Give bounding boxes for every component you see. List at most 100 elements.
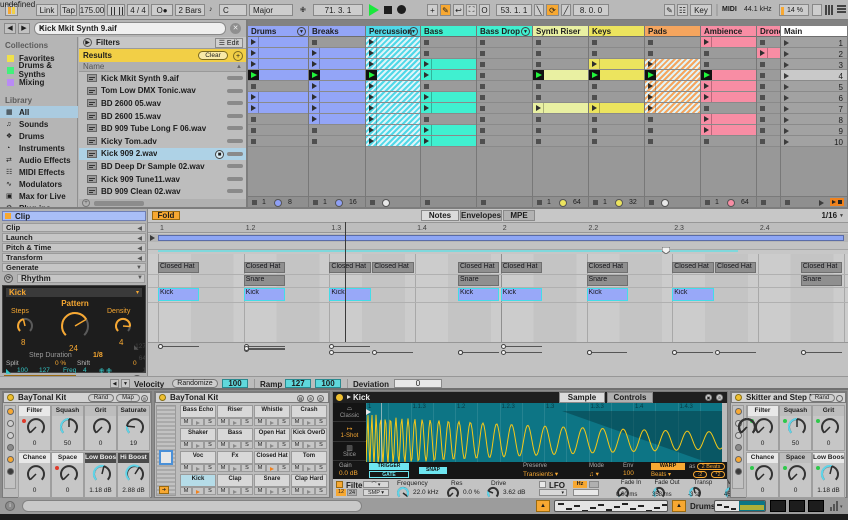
midi-note[interactable]: Closed Hat: [243, 262, 286, 273]
clip-slot[interactable]: [477, 59, 532, 70]
clip-slot[interactable]: [645, 59, 700, 70]
clip-slot[interactable]: [757, 114, 780, 125]
pad-play-button[interactable]: [229, 441, 241, 449]
clip-stop-icon[interactable]: [760, 95, 765, 100]
pad-mute-button[interactable]: M: [254, 441, 266, 449]
velocity-stem[interactable]: [331, 351, 371, 353]
clip-slot[interactable]: [757, 81, 780, 92]
pad-solo-button[interactable]: S: [315, 418, 327, 426]
pad-solo-button[interactable]: S: [315, 464, 327, 472]
loop-mode-icon[interactable]: ♫ ▾: [589, 470, 599, 478]
clip-slot[interactable]: [248, 70, 308, 81]
clip-launch-icon[interactable]: [424, 138, 429, 144]
strip-icon-5[interactable]: [735, 468, 742, 475]
clip-launch-icon[interactable]: [251, 105, 256, 111]
simpler-icon-0[interactable]: ⊘: [716, 394, 723, 401]
lane-menu-icon[interactable]: ▼: [121, 379, 130, 388]
pad-solo-button[interactable]: S: [278, 464, 290, 472]
clip-slot[interactable]: [757, 59, 780, 70]
drum-pad-crash[interactable]: Crash M S: [291, 405, 327, 427]
clip[interactable]: [421, 92, 476, 102]
velocity-marker[interactable]: [715, 349, 721, 355]
clip-stop-icon[interactable]: [592, 40, 597, 45]
velocity-stem[interactable]: [717, 351, 756, 353]
warp-beats-value[interactable]: 2 Beats: [697, 463, 725, 470]
clip-slot[interactable]: [421, 103, 476, 114]
pad-mute-button[interactable]: M: [291, 464, 303, 472]
mode-classic[interactable]: ⌓ Classic: [333, 403, 366, 422]
clip-stop-icon[interactable]: [536, 117, 541, 122]
track-header[interactable]: Pads: [645, 26, 700, 37]
pad-solo-button[interactable]: S: [278, 418, 290, 426]
strip-icon-1[interactable]: [7, 420, 14, 427]
clip[interactable]: [366, 92, 420, 102]
midi-note[interactable]: Kick: [329, 288, 371, 301]
ramp-from-field[interactable]: 127: [285, 379, 311, 388]
clip[interactable]: [589, 59, 644, 69]
preview-stop-icon[interactable]: ■: [215, 149, 224, 159]
clip-slot[interactable]: [248, 59, 308, 70]
macro-variations-icon[interactable]: ◎: [141, 395, 148, 402]
search-input[interactable]: ≡ Kick Mkit Synth 9.aif: [34, 22, 226, 35]
track-fold-icon[interactable]: ▼: [521, 27, 530, 36]
clip[interactable]: [309, 48, 365, 58]
midi-note[interactable]: Kick: [672, 288, 714, 301]
clip-slot[interactable]: [421, 37, 476, 48]
clip-slot[interactable]: [248, 125, 308, 136]
clip-slot[interactable]: [645, 37, 700, 48]
strip-icon-4[interactable]: [7, 456, 14, 463]
clip-slot[interactable]: [309, 37, 365, 48]
env-value[interactable]: 100: [623, 470, 634, 477]
clip-playing-icon[interactable]: [536, 72, 542, 78]
clip-slot[interactable]: [701, 114, 756, 125]
drum-pad-voc[interactable]: Voc M S: [180, 451, 216, 473]
clip-slot[interactable]: [309, 136, 365, 147]
pad-play-icon[interactable]: [307, 489, 311, 494]
drum-pad-bass-echo[interactable]: Bass Echo M S: [180, 405, 216, 427]
pad-play-button[interactable]: [229, 418, 241, 426]
clip-slot[interactable]: [757, 103, 780, 114]
pad-name[interactable]: Closed Hat: [254, 451, 290, 464]
clip-stop-icon[interactable]: [592, 95, 597, 100]
pad-play-button[interactable]: [303, 487, 315, 495]
groove-amount[interactable]: O●: [151, 4, 173, 16]
clip-slot[interactable]: [248, 37, 308, 48]
clip-slot[interactable]: [533, 81, 588, 92]
collection-item-mixing[interactable]: Mixing: [0, 76, 78, 88]
clip-launch-icon[interactable]: [369, 105, 374, 111]
velocity-stem[interactable]: [674, 351, 714, 353]
clip-stop-icon[interactable]: [760, 117, 765, 122]
punch-in-button[interactable]: ╲: [534, 4, 544, 16]
clip-stop-icon[interactable]: [704, 106, 709, 111]
track-header[interactable]: Bass Drop ▼: [477, 26, 532, 37]
midi-note[interactable]: Closed Hat: [672, 262, 714, 273]
clip-launch-icon[interactable]: [648, 105, 653, 111]
quantization-menu[interactable]: 2 Bars: [175, 4, 205, 16]
macro-rack-title-bar[interactable]: BayTonal Kit Rand Map ◎: [3, 392, 151, 403]
hot-swap-icon[interactable]: ▲: [536, 500, 550, 512]
pad-play-icon[interactable]: [233, 466, 237, 471]
clip-slot[interactable]: [645, 103, 700, 114]
rack-icon-0[interactable]: ◎: [317, 395, 324, 402]
clip-slot[interactable]: [589, 125, 644, 136]
pad-solo-button[interactable]: S: [204, 418, 216, 426]
drum-pad-clap[interactable]: Clap M S: [217, 474, 253, 496]
mode-1-shot[interactable]: ↦ 1-Shot: [333, 423, 366, 442]
clip-playing[interactable]: [533, 70, 588, 80]
pad-name[interactable]: Snare: [254, 474, 290, 487]
clip-slot[interactable]: [645, 92, 700, 103]
scene-play-icon[interactable]: [819, 199, 824, 206]
pad-view-selector[interactable]: [159, 450, 173, 465]
scene-launch-icon[interactable]: [784, 72, 789, 79]
clip-slot[interactable]: [366, 48, 420, 59]
pad-name[interactable]: Bass: [217, 428, 253, 441]
simpler-icon-1[interactable]: ▣: [705, 394, 712, 401]
drum-pad-kick-overd[interactable]: Kick OverD M S: [291, 428, 327, 450]
randomize-button[interactable]: Randomize: [172, 379, 218, 388]
device-thumb-2[interactable]: [808, 500, 824, 512]
strip-icon-4[interactable]: [735, 456, 742, 463]
pad-mute-button[interactable]: M: [180, 464, 192, 472]
param-value[interactable]: -3 st: [688, 492, 722, 498]
pad-play-icon[interactable]: [233, 420, 237, 425]
macro-knob[interactable]: [91, 463, 113, 485]
